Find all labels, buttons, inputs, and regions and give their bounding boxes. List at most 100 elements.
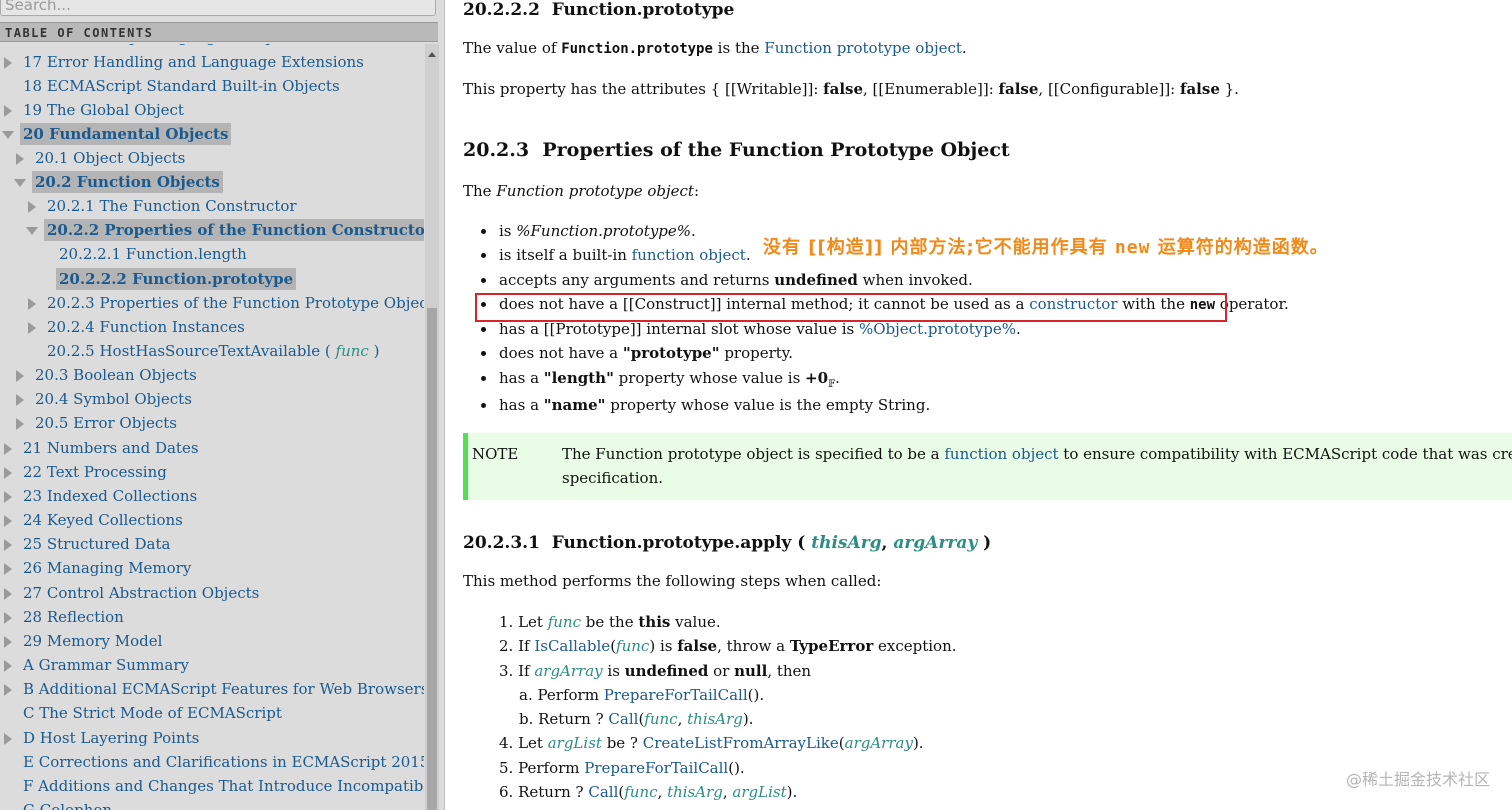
toc-item-17[interactable]: 17 Error Handling and Language Extension… <box>0 51 420 73</box>
annotation-chinese: 没有 [[构造]] 内部方法;它不能用作具有 new 运算符的构造函数。 <box>763 233 1329 259</box>
text: ). <box>786 783 798 801</box>
text: This property has the attributes { [[Wri… <box>463 80 824 98</box>
text: ) <box>983 533 992 553</box>
text: exception. <box>873 637 957 655</box>
expand-arrow-icon[interactable] <box>4 105 12 117</box>
note-box: NOTE The Function prototype object is sp… <box>463 433 1512 500</box>
text: , [[Enumerable]]: <box>863 80 999 98</box>
expand-arrow-icon[interactable] <box>4 588 12 600</box>
expand-arrow-icon[interactable] <box>28 201 36 213</box>
text: to ensure compatibility with ECMAScript … <box>1063 445 1512 463</box>
text: 2. If <box>499 637 535 655</box>
sidebar-scrollbar[interactable] <box>425 44 439 810</box>
expand-arrow-icon[interactable] <box>4 491 12 503</box>
text: be the <box>581 613 639 631</box>
list-item: is %Function.prototype%. <box>481 220 696 242</box>
watermark: @稀土掘金技术社区 <box>1345 770 1490 789</box>
expand-arrow-icon[interactable] <box>28 298 36 310</box>
link-function-object[interactable]: function object <box>944 445 1058 463</box>
text: property whose value is <box>613 369 806 387</box>
scrollbar-thumb[interactable] <box>427 308 437 810</box>
text: , <box>657 783 668 801</box>
text: The value of <box>463 39 562 57</box>
expand-arrow-icon[interactable] <box>4 515 12 527</box>
expand-arrow-icon[interactable] <box>4 636 12 648</box>
param-argarray: argArray <box>893 533 978 553</box>
list-item: has a "length" property whose value is +… <box>481 367 840 396</box>
link-object-prototype[interactable]: %Object.prototype% <box>859 320 1016 338</box>
sidebar: Search... TABLE OF CONTENTS 16 ECMAScrip… <box>0 0 445 810</box>
section-heading-apply: 20.2.3.1 Function.prototype.apply ( this… <box>463 533 991 553</box>
bold-null: null <box>734 662 768 680</box>
var-thisarg: thisArg <box>687 710 743 728</box>
expand-arrow-icon[interactable] <box>4 733 12 745</box>
collapse-arrow-icon[interactable] <box>26 227 38 235</box>
step-3: 3. If argArray is undefined or null, the… <box>499 660 811 682</box>
search-input[interactable]: Search... <box>0 0 436 16</box>
text: 5. Perform <box>499 759 585 777</box>
paragraph-steps-intro: This method performs the following steps… <box>463 572 882 590</box>
text: , <box>881 533 888 553</box>
note-text: The Function prototype object is specifi… <box>562 443 1512 465</box>
section-title: Function.prototype.apply ( <box>551 533 806 553</box>
text: has a [[Prototype]] internal slot whose … <box>499 320 859 338</box>
expand-arrow-icon[interactable] <box>16 370 24 382</box>
text: is <box>499 222 517 240</box>
expand-arrow-icon[interactable] <box>28 322 36 334</box>
expand-arrow-icon[interactable] <box>16 153 24 165</box>
bold-false: false <box>677 637 718 655</box>
expand-arrow-icon[interactable] <box>16 418 24 430</box>
link-call[interactable]: Call <box>608 710 638 728</box>
var-func: func <box>644 710 678 728</box>
text: , then <box>767 662 812 680</box>
expand-arrow-icon[interactable] <box>4 467 12 479</box>
scroll-up-arrow-icon[interactable] <box>428 52 436 57</box>
expand-arrow-icon[interactable] <box>16 394 24 406</box>
section-number: 20.2.2.2 <box>463 0 540 20</box>
text: is itself a built-in <box>499 246 632 264</box>
bold-typeerror: TypeError <box>789 637 874 655</box>
text: 运算符的构造函数。 <box>1150 237 1329 258</box>
var-thisarg: thisArg <box>667 783 723 801</box>
expand-arrow-icon[interactable] <box>4 684 12 696</box>
var-argarray: argArray <box>534 662 603 680</box>
var-arglist: argList <box>547 734 602 752</box>
var-arglist: argList <box>732 783 787 801</box>
text: . <box>1015 320 1021 338</box>
link-call[interactable]: Call <box>588 783 618 801</box>
expand-arrow-icon[interactable] <box>4 660 12 672</box>
toc-item-label: 20.2.5 HostHasSourceTextAvailable ( <box>47 342 331 360</box>
code-function-prototype: Function.prototype <box>561 41 713 57</box>
text: new <box>1114 237 1151 258</box>
text: property whose value is the empty String… <box>605 396 931 414</box>
emphasis: Function prototype object <box>496 182 694 200</box>
bold-prototype: "prototype" <box>622 344 720 362</box>
expand-arrow-icon[interactable] <box>4 563 12 575</box>
text: , throw a <box>717 637 790 655</box>
toc-item-partial[interactable]: 16 ECMAScript Language: Scripts and Modu… <box>23 44 394 48</box>
link-preparefortailcall[interactable]: PrepareForTailCall <box>584 759 728 777</box>
text: ). <box>742 710 754 728</box>
link-function-prototype-object[interactable]: Function prototype object <box>764 39 962 57</box>
link-function-object[interactable]: function object <box>632 246 746 264</box>
text: The <box>463 182 497 200</box>
text: a. Perform <box>519 686 604 704</box>
step-2: 2. If IsCallable(func) is false, throw a… <box>499 635 957 657</box>
link-createlistfromarraylike[interactable]: CreateListFromArrayLike <box>643 734 839 752</box>
link-iscallable[interactable]: IsCallable <box>534 637 610 655</box>
expand-arrow-icon[interactable] <box>4 57 12 69</box>
collapse-arrow-icon[interactable] <box>14 179 26 187</box>
expand-arrow-icon[interactable] <box>4 612 12 624</box>
link-preparefortailcall[interactable]: PrepareForTailCall <box>604 686 748 704</box>
section-number: 20.2.3.1 <box>463 533 540 553</box>
text: does not have a <box>499 344 623 362</box>
expand-arrow-icon[interactable] <box>4 443 12 455</box>
text: ) is <box>649 637 678 655</box>
text: be ? <box>601 734 643 752</box>
expand-arrow-icon[interactable] <box>4 539 12 551</box>
collapse-arrow-icon[interactable] <box>2 131 14 139</box>
var-func: func <box>616 637 650 655</box>
text: is <box>602 662 625 680</box>
text: value. <box>670 613 721 631</box>
section-heading-prototype-properties: 20.2.3 Properties of the Function Protot… <box>463 139 1010 161</box>
